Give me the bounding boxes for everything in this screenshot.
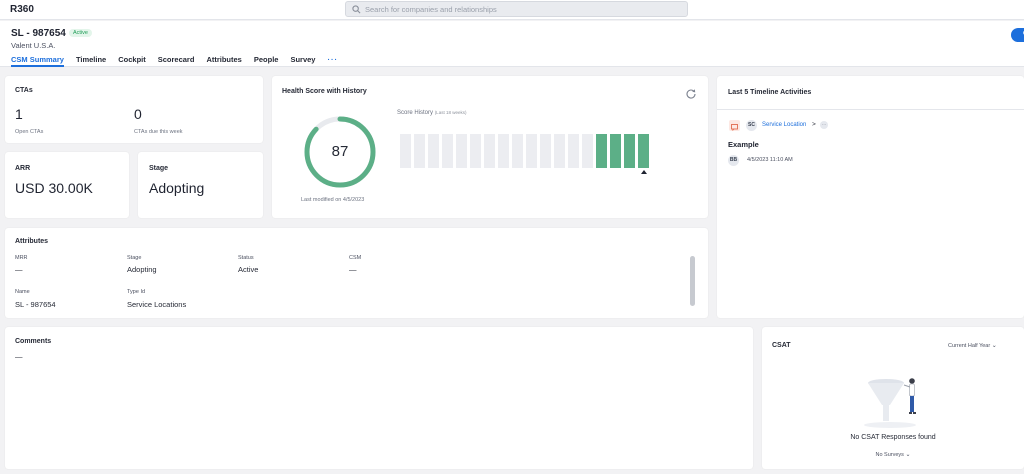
tab-csm-summary[interactable]: CSM Summary xyxy=(11,55,64,67)
score-history-period: (Last 18 weeks) xyxy=(434,110,467,115)
score-history-title: Score History xyxy=(397,110,434,116)
csat-title: CSAT xyxy=(772,342,791,349)
history-bar[interactable] xyxy=(596,134,607,168)
history-bar[interactable] xyxy=(554,134,565,168)
history-bar[interactable] xyxy=(638,134,649,174)
arr-value: USD 30.00K xyxy=(15,180,93,196)
health-score-value: 87 xyxy=(331,143,349,160)
csat-empty-message: No CSAT Responses found xyxy=(850,434,936,441)
entry-link[interactable]: Service Location xyxy=(762,122,806,128)
entry-more-icon[interactable]: ··· xyxy=(820,121,828,129)
attr-type-id-value: Service Locations xyxy=(127,300,187,309)
score-history-label: Score History (Last 18 weeks) xyxy=(397,110,466,116)
tab-survey[interactable]: Survey xyxy=(290,55,315,67)
history-bar[interactable] xyxy=(540,134,551,168)
comments-card: Comments — xyxy=(5,327,753,469)
activity-type-icon xyxy=(729,120,740,131)
chevron-down-icon: ⌄ xyxy=(991,343,997,349)
empty-funnel-illustration xyxy=(864,378,916,428)
entry-title[interactable]: Example xyxy=(728,140,759,149)
attr-mrr-value: — xyxy=(15,265,23,274)
search-input[interactable] xyxy=(365,3,675,15)
history-bar[interactable] xyxy=(470,134,481,168)
global-search[interactable] xyxy=(345,1,688,17)
last-modified: Last modified on 4/5/2023 xyxy=(301,197,365,203)
tab-timeline[interactable]: Timeline xyxy=(76,55,106,67)
stage-value: Adopting xyxy=(149,180,205,196)
tab-scorecard[interactable]: Scorecard xyxy=(158,55,195,67)
history-bar[interactable] xyxy=(526,134,537,168)
history-bar[interactable] xyxy=(624,134,635,168)
open-ctas-count[interactable]: 1 xyxy=(15,106,23,122)
attr-stage-label: Stage xyxy=(127,255,142,261)
history-bar[interactable] xyxy=(568,134,579,168)
entry-separator: > xyxy=(812,121,816,128)
search-icon xyxy=(352,5,361,14)
csat-period-label: Current Half Year xyxy=(948,343,991,349)
ctas-title: CTAs xyxy=(15,87,33,94)
history-bar[interactable] xyxy=(414,134,425,168)
open-ctas-label: Open CTAs xyxy=(15,129,44,135)
history-bar[interactable] xyxy=(428,134,439,168)
account-header: SL - 987654 Active Valent U.S.A. CSM Sum… xyxy=(0,21,1024,67)
history-bar[interactable] xyxy=(498,134,509,168)
entry-author-avatar: BB xyxy=(728,155,739,166)
history-bar[interactable] xyxy=(484,134,495,168)
attr-name-value: SL - 987654 xyxy=(15,300,56,309)
attributes-title: Attributes xyxy=(15,238,49,245)
health-score-title: Health Score with History xyxy=(282,88,367,95)
attributes-scrollbar[interactable] xyxy=(690,256,695,306)
ctas-due-count[interactable]: 0 xyxy=(134,106,142,122)
comment-icon xyxy=(731,124,738,131)
history-bar[interactable] xyxy=(582,134,593,168)
tab-people[interactable]: People xyxy=(254,55,279,67)
ctas-card: CTAs 1 Open CTAs 0 CTAs due this week xyxy=(5,76,263,143)
refresh-icon[interactable] xyxy=(685,88,697,100)
attr-type-id-label: Type Id xyxy=(127,289,146,295)
entry-type-avatar: SC xyxy=(746,120,757,131)
history-bar[interactable] xyxy=(456,134,467,168)
primary-action-button[interactable]: Co xyxy=(1011,28,1024,42)
attr-csm-value: — xyxy=(349,265,357,274)
tab-cockpit[interactable]: Cockpit xyxy=(118,55,146,67)
arr-title: ARR xyxy=(15,165,31,172)
entry-timestamp: 4/5/2023 11:10 AM xyxy=(747,157,793,163)
attr-stage-value: Adopting xyxy=(127,265,157,274)
health-score-card: Health Score with History 87 Score Histo… xyxy=(272,76,708,218)
csat-period-dropdown[interactable]: Current Half Year ⌄ xyxy=(948,342,997,349)
attributes-card: Attributes MRR — Stage Adopting Status A… xyxy=(5,228,708,318)
tab-more[interactable]: ··· xyxy=(327,55,338,67)
app-brand: R360 xyxy=(10,4,34,15)
timeline-card: Last 5 Timeline Activities SC Service Lo… xyxy=(717,76,1024,318)
history-bar[interactable] xyxy=(400,134,411,168)
company-name[interactable]: Valent U.S.A. xyxy=(11,41,55,50)
arr-card: ARR USD 30.00K xyxy=(5,152,129,218)
attr-csm-label: CSM xyxy=(349,255,362,261)
surveys-label: No Surveys xyxy=(875,452,904,458)
attr-status-value: Active xyxy=(238,265,259,274)
history-bar[interactable] xyxy=(442,134,453,168)
score-history-bars xyxy=(400,134,670,174)
tab-attributes[interactable]: Attributes xyxy=(206,55,241,67)
attr-status-label: Status xyxy=(238,255,254,261)
history-bar[interactable] xyxy=(512,134,523,168)
timeline-divider xyxy=(717,109,1024,110)
timeline-title: Last 5 Timeline Activities xyxy=(728,89,812,96)
top-bar: R360 xyxy=(0,0,1024,20)
account-name: SL - 987654 xyxy=(11,28,66,39)
history-bar[interactable] xyxy=(610,134,621,168)
ctas-due-label: CTAs due this week xyxy=(134,129,183,135)
status-badge: Active xyxy=(69,29,92,37)
stage-card: Stage Adopting xyxy=(138,152,263,218)
comments-title: Comments xyxy=(15,338,52,345)
surveys-dropdown[interactable]: No Surveys ⌄ xyxy=(762,451,1024,458)
tab-bar: CSM Summary Timeline Cockpit Scorecard A… xyxy=(11,55,350,67)
comments-value[interactable]: — xyxy=(15,352,23,361)
attr-name-label: Name xyxy=(15,289,30,295)
attr-mrr-label: MRR xyxy=(15,255,28,261)
stage-title: Stage xyxy=(149,165,169,172)
chevron-down-icon: ⌄ xyxy=(905,452,911,458)
csat-card: CSAT Current Half Year ⌄ No CSAT Respons… xyxy=(762,327,1024,469)
